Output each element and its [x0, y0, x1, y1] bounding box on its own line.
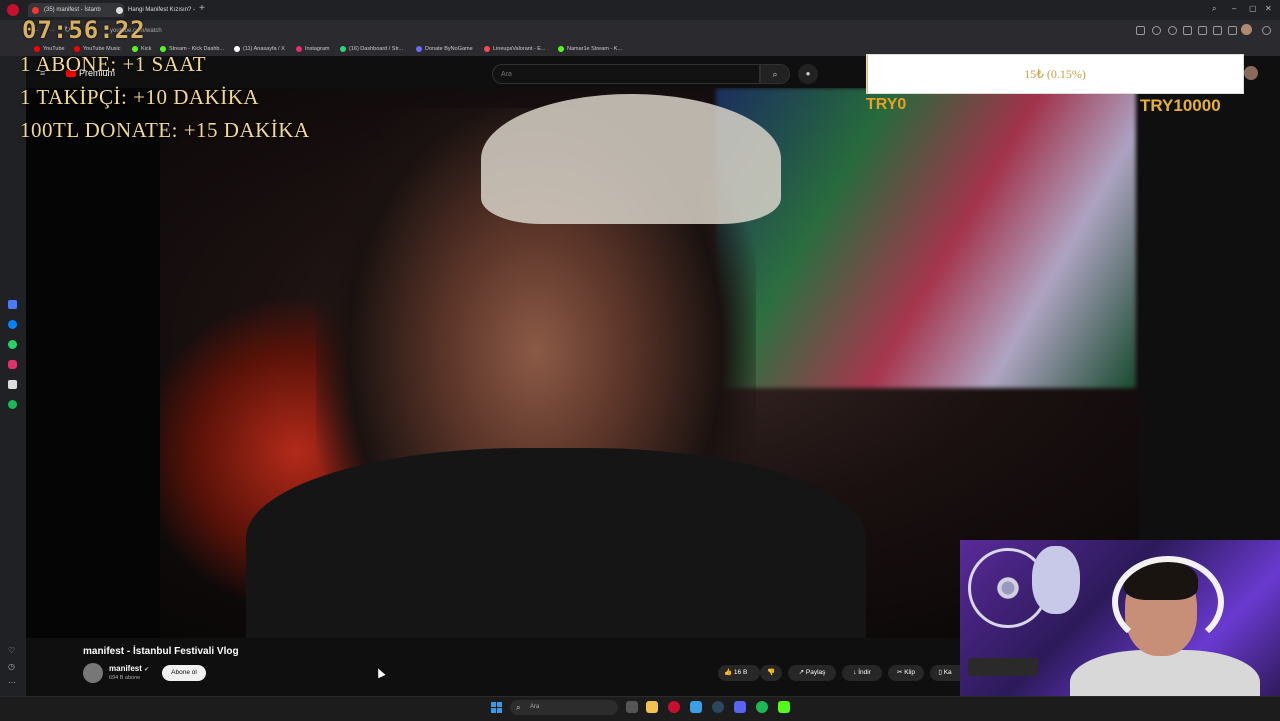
browser-logo-icon[interactable]: [7, 4, 19, 16]
youtube-search-input[interactable]: Ara: [492, 64, 760, 84]
extension-icon[interactable]: [1168, 26, 1177, 35]
share-button[interactable]: ↗ Paylaş: [788, 665, 836, 681]
channel-avatar[interactable]: [83, 663, 103, 683]
tab-label: (35) manifest - İstanb: [44, 7, 101, 13]
close-window-icon[interactable]: ✕: [1265, 4, 1272, 13]
search-icon: ⌕: [516, 703, 521, 712]
bookmark-x[interactable]: (11) Anasayfa / X: [234, 44, 285, 54]
settings-gear-icon[interactable]: [1262, 26, 1271, 35]
video-title: manifest - İstanbul Festivali Vlog: [83, 646, 239, 657]
tab-manifest-quiz[interactable]: Hangi Manifest Kızısın? -: [112, 3, 210, 17]
menu-list-icon[interactable]: [1228, 26, 1237, 35]
bookmark-icon: ▯: [938, 669, 942, 676]
kick-app-icon[interactable]: [778, 701, 790, 713]
thumbs-down-icon: 👎: [766, 669, 776, 676]
mouse-cursor-icon: [374, 666, 386, 679]
dislike-button[interactable]: 👎: [760, 665, 782, 681]
extension-icon[interactable]: [1152, 26, 1161, 35]
heart-icon[interactable]: ♡: [8, 646, 15, 655]
channel-name[interactable]: manifest ✔: [109, 664, 149, 673]
microphone-icon[interactable]: ●: [798, 64, 818, 84]
discord-icon[interactable]: [734, 701, 746, 713]
festival-lights: [716, 88, 1136, 388]
url-field[interactable]: youtube.com/watch: [110, 25, 410, 37]
youtube-favicon-icon: [32, 7, 39, 14]
download-icon[interactable]: [1213, 26, 1222, 35]
profile-avatar[interactable]: [1241, 24, 1252, 35]
x-icon[interactable]: [8, 380, 17, 389]
scissors-icon: ✂: [896, 669, 903, 676]
spotify-icon[interactable]: [756, 701, 768, 713]
messenger-icon[interactable]: [8, 320, 17, 329]
file-explorer-icon[interactable]: [646, 701, 658, 713]
browser-sidebar: [0, 56, 26, 696]
subathon-timer: 07:56:22: [22, 16, 146, 44]
save-button[interactable]: ▯ Ka: [930, 665, 960, 681]
thumbs-up-icon: 👍: [724, 669, 733, 676]
bookmark-namar1e[interactable]: Namar1e Stream - K...: [558, 44, 622, 54]
windows-taskbar: [0, 696, 1280, 721]
rule-donate: 100TL DONATE: +15 DAKİKA: [20, 118, 310, 142]
app-store-icon[interactable]: [8, 300, 17, 309]
black-sweater: [246, 448, 866, 638]
more-dots-icon[interactable]: ⋯: [8, 678, 16, 687]
headset: [1112, 556, 1224, 648]
telegram-icon[interactable]: [690, 701, 702, 713]
page-favicon-icon: [116, 7, 123, 14]
extension-icon[interactable]: [1136, 26, 1145, 35]
streamer-webcam: [960, 540, 1280, 720]
rule-follower: 1 TAKİPÇİ: +10 DAKİKA: [20, 85, 260, 109]
steam-icon[interactable]: [712, 701, 724, 713]
spotify-icon[interactable]: [8, 400, 17, 409]
microphone: [968, 658, 1038, 676]
search-tabs-icon[interactable]: ⌕: [1212, 4, 1216, 14]
bookmark-donate[interactable]: Donate ByNoGame: [416, 44, 473, 54]
share-arrow-icon: ↗: [798, 669, 805, 676]
task-view-icon[interactable]: [626, 701, 638, 713]
video-letterbox: [26, 88, 160, 638]
whatsapp-icon[interactable]: [8, 340, 17, 349]
donation-goal-bar: 15₺ (0.15%): [866, 54, 1244, 94]
maximize-icon[interactable]: ▢: [1249, 4, 1257, 13]
donation-goal-text: 15₺ (0.15%): [1024, 67, 1086, 81]
tab-youtube-video[interactable]: (35) manifest - İstanb: [28, 3, 124, 17]
taskbar-search-input[interactable]: ⌕ Ara: [510, 700, 618, 715]
rule-subscriber: 1 ABONE: +1 SAAT: [20, 52, 207, 76]
subscriber-count: 694 B abone: [109, 675, 141, 681]
clip-button[interactable]: ✂ Klip: [888, 665, 924, 681]
instagram-icon[interactable]: [8, 360, 17, 369]
bookmark-streamlabs[interactable]: (16) Dashboard / Str...: [340, 44, 403, 54]
windows-start-icon[interactable]: [491, 702, 502, 713]
heart-icon[interactable]: [1198, 26, 1207, 35]
donation-goal-max: TRY10000: [1140, 96, 1221, 115]
verified-check-icon: ✔: [144, 667, 150, 673]
donation-goal-min: TRY0: [866, 96, 907, 113]
bookmark-instagram[interactable]: Instagram: [296, 44, 329, 54]
like-button[interactable]: 👍 16 B: [718, 665, 760, 681]
tab-label: Hangi Manifest Kızısın? -: [128, 7, 196, 13]
search-icon[interactable]: ⌕: [760, 64, 790, 84]
youtube-avatar[interactable]: [1244, 66, 1258, 80]
new-tab-plus-icon[interactable]: +: [199, 3, 205, 14]
browser-taskbar-icon[interactable]: [668, 701, 680, 713]
download-icon: ↓: [853, 669, 857, 676]
media-play-icon[interactable]: [1183, 26, 1192, 35]
minimize-icon[interactable]: –: [1232, 4, 1236, 13]
white-cap: [481, 94, 781, 224]
history-clock-icon[interactable]: ◷: [8, 662, 15, 671]
subscribe-button[interactable]: Abone ol: [162, 665, 206, 681]
download-button[interactable]: ↓ İndir: [842, 665, 882, 681]
plush-bear: [1032, 546, 1080, 614]
bookmark-lineups[interactable]: LineupsValorant - E...: [484, 44, 545, 54]
